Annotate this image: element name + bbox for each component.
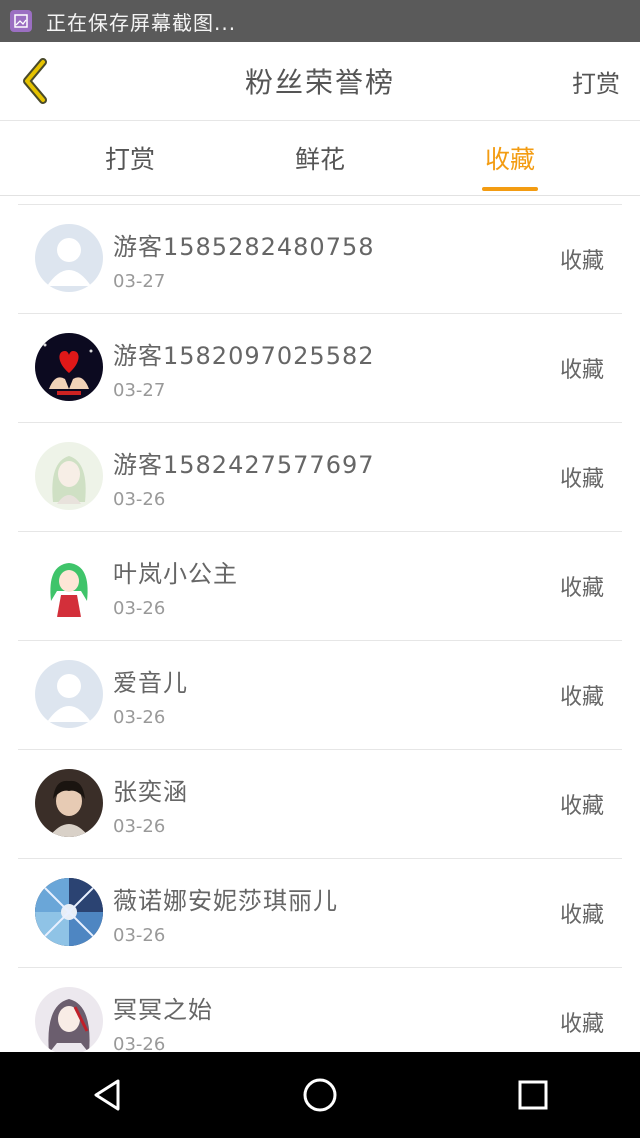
list-item[interactable]: 游客1585282480758 03-27 收藏 xyxy=(18,205,622,314)
fan-name: 游客1582427577697 xyxy=(113,451,375,479)
fan-date: 03-26 xyxy=(113,707,166,728)
fan-action: 收藏 xyxy=(559,903,604,928)
tab-flowers[interactable]: 鲜花 xyxy=(250,121,390,195)
fan-action: 收藏 xyxy=(559,249,604,274)
tab-favorites-label: 收藏 xyxy=(484,145,535,174)
child-photo-avatar xyxy=(35,769,103,837)
tab-favorites[interactable]: 收藏 xyxy=(440,121,580,195)
fan-date: 03-26 xyxy=(113,925,166,946)
fan-name: 游客1585282480758 xyxy=(113,233,375,261)
fan-date: 03-26 xyxy=(113,489,166,510)
fan-list: 游客1585282480758 03-27 收藏 游客1582097025582… xyxy=(18,204,622,1077)
app-header: 粉丝荣誉榜 打赏 xyxy=(0,42,640,121)
list-item[interactable]: 叶岚小公主 03-26 收藏 xyxy=(18,532,622,641)
square-recents-icon xyxy=(518,1080,548,1110)
fan-name: 张奕涵 xyxy=(113,778,188,806)
nav-recents-button[interactable] xyxy=(503,1065,563,1125)
fan-name: 薇诺娜安妮莎琪丽儿 xyxy=(113,887,338,915)
circle-home-icon xyxy=(303,1078,337,1112)
page-title: 粉丝荣誉榜 xyxy=(244,66,395,99)
fan-action: 收藏 xyxy=(559,685,604,710)
nav-home-button[interactable] xyxy=(290,1065,350,1125)
status-bar: 正在保存屏幕截图... xyxy=(0,0,640,42)
fan-name: 游客1582097025582 xyxy=(113,342,375,370)
heart-hands-avatar xyxy=(35,333,103,401)
fan-name: 冥冥之始 xyxy=(113,996,213,1024)
fan-name: 爱音儿 xyxy=(113,669,188,697)
fan-date: 03-27 xyxy=(113,380,166,401)
fan-date: 03-26 xyxy=(113,816,166,837)
active-tab-indicator xyxy=(482,187,538,191)
fan-action: 收藏 xyxy=(559,576,604,601)
fan-action: 收藏 xyxy=(559,794,604,819)
tab-bar: 打赏 鲜花 收藏 xyxy=(0,121,640,196)
fan-date: 03-26 xyxy=(113,598,166,619)
system-nav-bar xyxy=(0,1052,640,1138)
default-avatar-icon xyxy=(35,224,103,292)
list-item[interactable]: 游客1582427577697 03-26 收藏 xyxy=(18,423,622,532)
green-hair-avatar xyxy=(35,551,103,619)
list-item[interactable]: 薇诺娜安妮莎琪丽儿 03-26 收藏 xyxy=(18,859,622,968)
default-avatar-icon xyxy=(35,660,103,728)
fan-action: 收藏 xyxy=(559,358,604,383)
anime-girl-2-avatar xyxy=(35,987,103,1055)
fan-date: 03-27 xyxy=(113,271,166,292)
screenshot-icon xyxy=(10,10,32,32)
reward-button[interactable]: 打赏 xyxy=(572,42,620,120)
fan-action: 收藏 xyxy=(559,467,604,492)
nav-back-button[interactable] xyxy=(77,1065,137,1125)
triangle-back-icon xyxy=(94,1079,120,1111)
collage-avatar xyxy=(35,878,103,946)
list-item[interactable]: 张奕涵 03-26 收藏 xyxy=(18,750,622,859)
anime-girl-avatar xyxy=(35,442,103,510)
list-item[interactable]: 爱音儿 03-26 收藏 xyxy=(18,641,622,750)
fan-name: 叶岚小公主 xyxy=(113,560,238,588)
list-item[interactable]: 游客1582097025582 03-27 收藏 xyxy=(18,314,622,423)
status-text: 正在保存屏幕截图... xyxy=(46,10,237,35)
tab-reward[interactable]: 打赏 xyxy=(60,121,200,195)
